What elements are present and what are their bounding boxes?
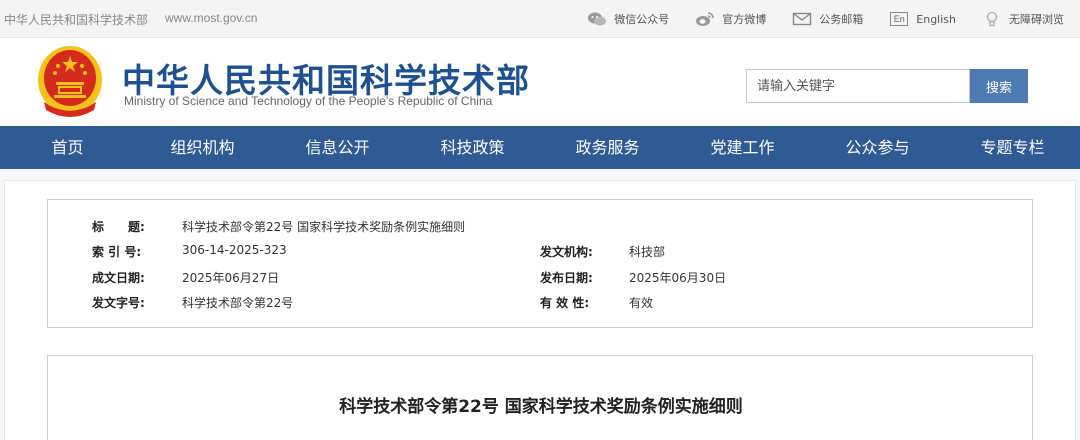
topbar-site-url[interactable]: www.most.gov.cn (165, 11, 257, 25)
search-button[interactable]: 搜索 (970, 69, 1028, 103)
mail-icon (792, 11, 812, 27)
mail-label: 公务邮箱 (819, 13, 864, 26)
article-title: 科学技术部令第22号 国家科学技术奖励条例实施细则 (339, 397, 743, 417)
english-icon: En (889, 11, 909, 27)
topbar-site-name: 中华人民共和国科学技术部 (4, 13, 149, 27)
meta-docno-value: 科学技术部令第22号 (182, 296, 294, 310)
national-emblem[interactable] (36, 44, 104, 120)
topbar-tools: 微信公众号 官方微博 公务邮箱 En English 无障碍浏览 (561, 0, 1064, 38)
site-title-english: Ministry of Science and Technology of th… (124, 94, 493, 108)
wechat-icon (587, 11, 607, 27)
meta-published-value: 2025年06月30日 (629, 271, 727, 285)
meta-created-label: 成文日期: (92, 271, 145, 285)
english-label: English (916, 12, 956, 26)
wechat-label: 微信公众号 (614, 13, 670, 26)
meta-validity-value: 有效 (629, 296, 654, 310)
meta-title-value: 科学技术部令第22号 国家科学技术奖励条例实施细则 (182, 220, 466, 234)
meta-index-value: 306-14-2025-323 (182, 243, 287, 257)
meta-issuer-value: 科技部 (629, 245, 666, 259)
weibo-label: 官方微博 (722, 13, 767, 26)
weibo-icon (695, 11, 715, 27)
accessibility-icon (982, 11, 1002, 27)
meta-created-value: 2025年06月27日 (182, 271, 280, 285)
english-link[interactable]: En English (889, 11, 956, 27)
nav-item-participation[interactable]: 公众参与 (810, 126, 945, 169)
nav-item-services[interactable]: 政务服务 (540, 126, 675, 169)
nav-item-policy[interactable]: 科技政策 (405, 126, 540, 169)
nav-item-home[interactable]: 首页 (0, 126, 135, 169)
meta-published-label: 发布日期: (540, 271, 593, 285)
accessibility-link[interactable]: 无障碍浏览 (982, 11, 1064, 27)
meta-docno-label: 发文字号: (92, 296, 145, 310)
main-nav: 首页 组织机构 信息公开 科技政策 政务服务 党建工作 公众参与 专题专栏 (0, 126, 1080, 169)
meta-issuer-label: 发文机构: (540, 245, 593, 259)
article-body: 科学技术部令第22号 国家科学技术奖励条例实施细则 (47, 355, 1033, 440)
meta-title-label: 标 题: (92, 220, 145, 234)
english-icon-text: En (890, 12, 909, 26)
nav-item-disclosure[interactable]: 信息公开 (270, 126, 405, 169)
site-header: 中华人民共和国科学技术部 Ministry of Science and Tec… (0, 38, 1080, 126)
accessibility-label: 无障碍浏览 (1009, 13, 1064, 26)
nav-item-party[interactable]: 党建工作 (675, 126, 810, 169)
wechat-link[interactable]: 微信公众号 (587, 11, 669, 27)
nav-item-organization[interactable]: 组织机构 (135, 126, 270, 169)
document-metadata: 标 题: 科学技术部令第22号 国家科学技术奖励条例实施细则 索 引 号: 30… (47, 199, 1033, 328)
meta-validity-label: 有 效 性: (540, 296, 590, 310)
mail-link[interactable]: 公务邮箱 (792, 11, 863, 27)
top-utility-bar: 中华人民共和国科学技术部 www.most.gov.cn 微信公众号 官方微博 … (0, 0, 1080, 38)
nav-item-topics[interactable]: 专题专栏 (945, 126, 1080, 169)
weibo-link[interactable]: 官方微博 (695, 11, 766, 27)
search-input[interactable] (746, 69, 970, 103)
meta-index-label: 索 引 号: (92, 245, 142, 259)
